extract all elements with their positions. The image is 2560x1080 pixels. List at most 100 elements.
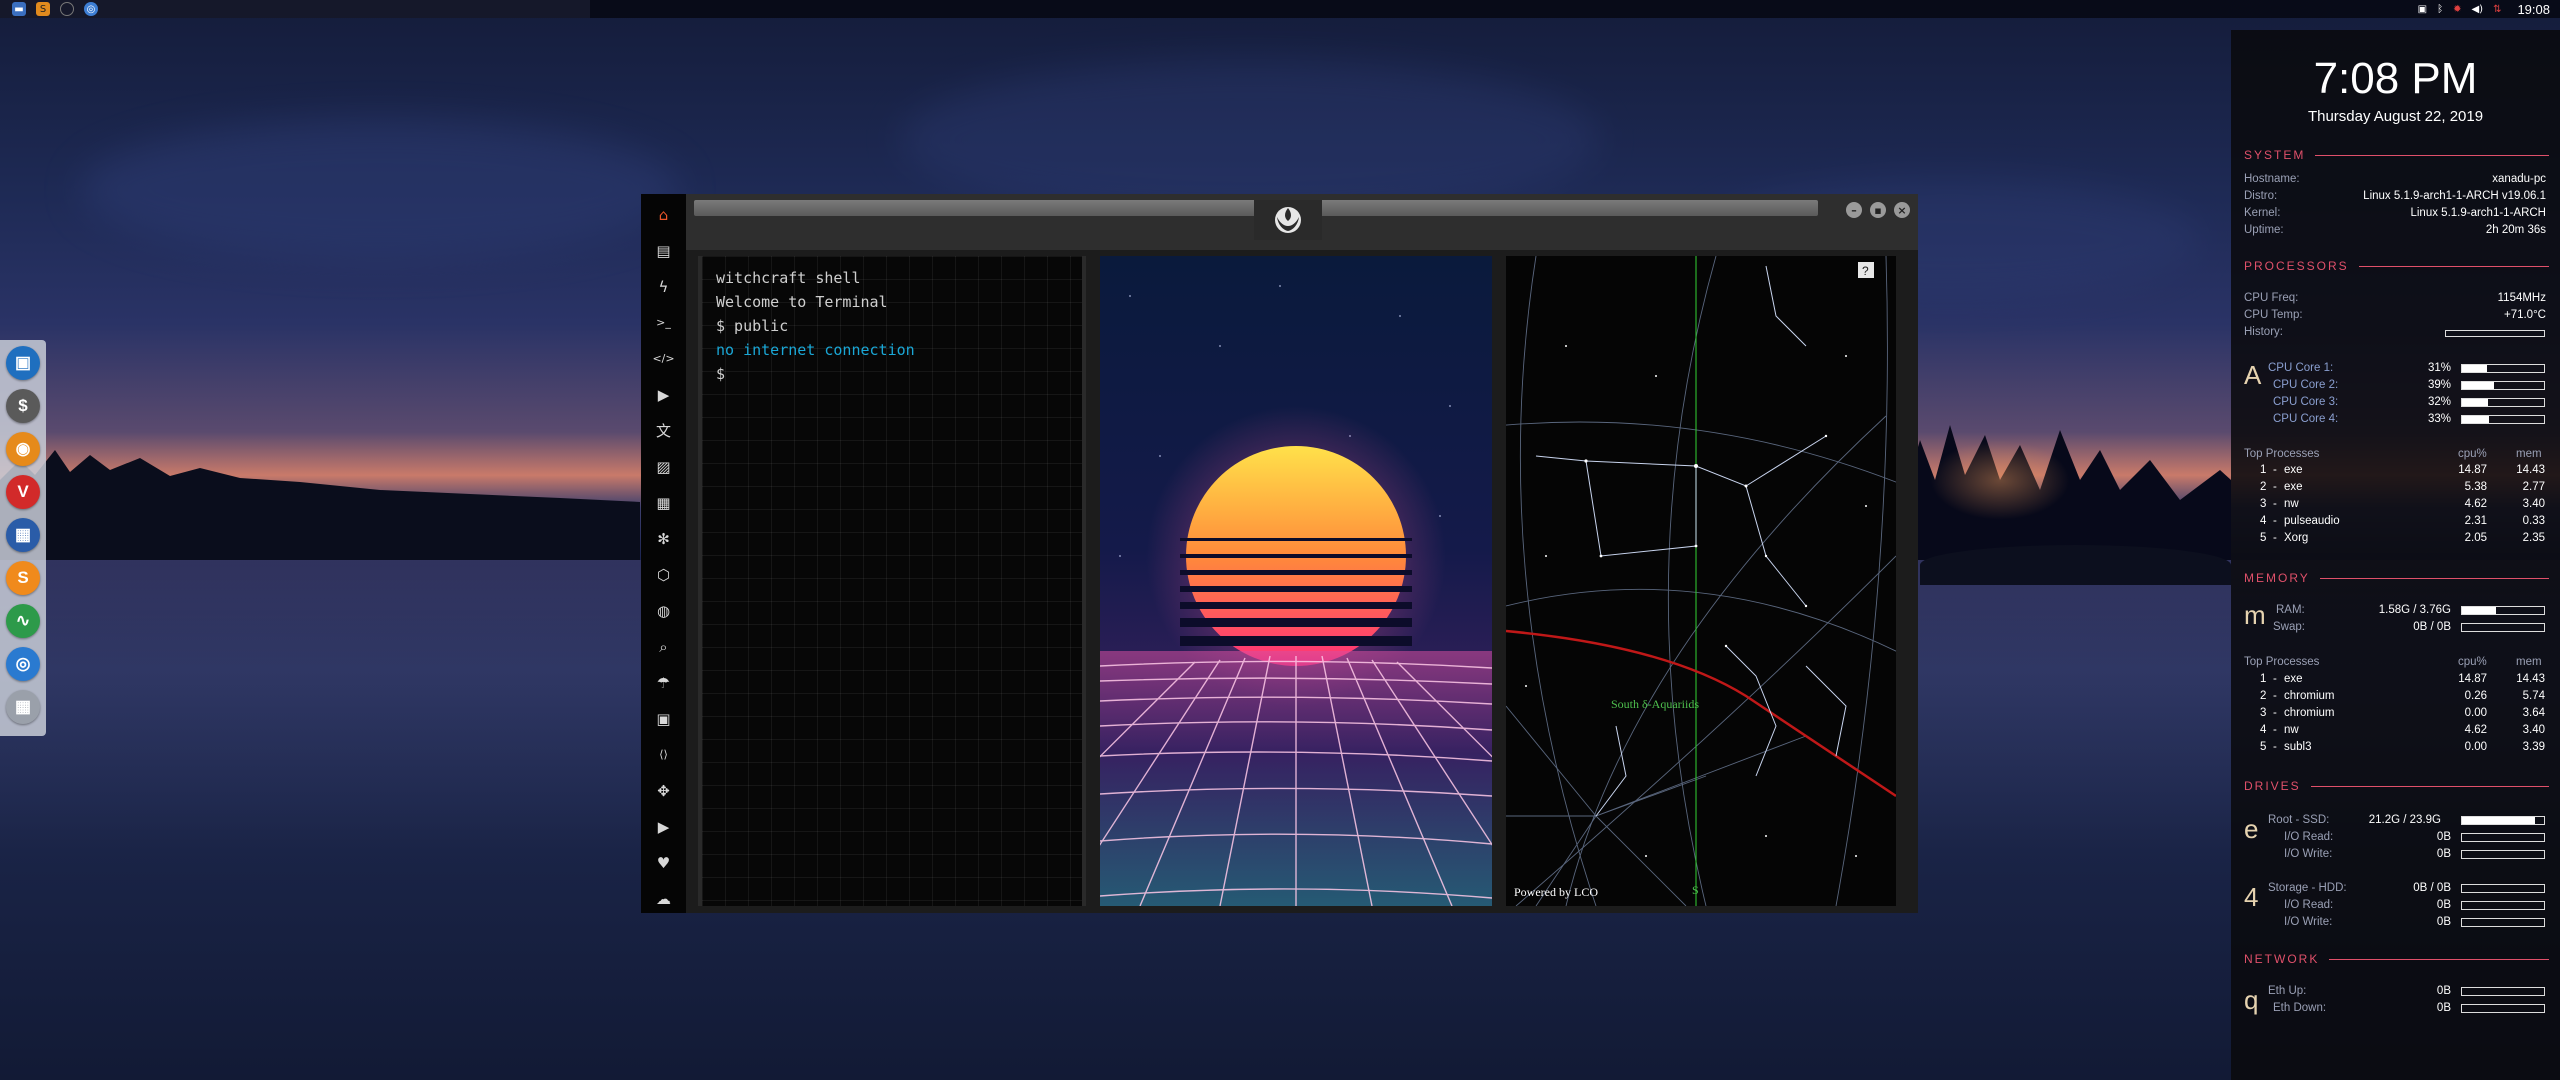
- globe-icon[interactable]: ◍: [654, 598, 674, 623]
- screenshot-icon[interactable]: ▣: [2418, 4, 2427, 15]
- circle-icon[interactable]: [60, 2, 74, 16]
- dock-sublime-icon[interactable]: S: [6, 561, 40, 595]
- cpu-core-label: CPU Core 3:: [2273, 396, 2339, 408]
- search-icon[interactable]: ⌕: [654, 634, 674, 659]
- share-icon[interactable]: ⟨⟩: [654, 742, 674, 767]
- eth-down-label: Eth Down:: [2273, 1002, 2327, 1014]
- cpu-core-bar: [2461, 398, 2545, 407]
- settings-gear-icon[interactable]: ✹: [2453, 4, 2461, 15]
- taskbar-apps: ▬ S ◎: [0, 0, 590, 18]
- root-io-write-bar: [2461, 850, 2545, 859]
- volume-icon[interactable]: ◀): [2471, 4, 2483, 15]
- settings-icon[interactable]: ✻: [654, 526, 674, 551]
- close-button[interactable]: ×: [1894, 202, 1910, 218]
- translate-icon[interactable]: 文: [654, 418, 674, 443]
- eth-up-label: Eth Up:: [2268, 985, 2307, 997]
- shoreline: [1920, 545, 2231, 585]
- image-icon[interactable]: ▨: [654, 454, 674, 479]
- news-icon[interactable]: ▦: [654, 490, 674, 515]
- process-name-cell: Xorg: [2284, 532, 2309, 544]
- eth-down-bar: [2461, 1004, 2545, 1013]
- heart-icon[interactable]: ♥: [654, 850, 674, 875]
- umbrella-icon[interactable]: ☂: [654, 670, 674, 695]
- network-heading: NETWORK: [2244, 952, 2549, 966]
- panel-clock[interactable]: 19:08: [2517, 2, 2550, 17]
- storage-io-write-value: 0B: [2436, 916, 2451, 928]
- drives-heading: DRIVES: [2244, 779, 2549, 793]
- folder-icon[interactable]: ▬: [12, 2, 26, 16]
- process-name-cell: nw: [2284, 724, 2299, 736]
- help-button-label[interactable]: ?: [1862, 264, 1869, 278]
- process-n-cell: 2: [2260, 690, 2267, 702]
- chromium-icon[interactable]: ◎: [84, 2, 98, 16]
- application-dock: ▣ $ ◉ V ▦ S ∿ ◎ ▦: [0, 340, 46, 736]
- memory-glyph: m: [2244, 600, 2266, 630]
- cloud-icon[interactable]: ☁: [654, 886, 674, 911]
- map-credit: Powered by LCO: [1514, 885, 1598, 899]
- window-panes: witchcraft shell Welcome to Terminal $ p…: [698, 256, 1908, 906]
- conky-system-monitor: 7:08 PM Thursday August 22, 2019 SYSTEM …: [2231, 30, 2560, 1080]
- expand-icon[interactable]: ✥: [654, 778, 674, 803]
- home-icon[interactable]: ⌂: [654, 202, 674, 227]
- process-n-cell: 3: [2260, 707, 2267, 719]
- youtube-icon[interactable]: ▶: [654, 814, 674, 839]
- process-mem-cell: 3.39: [2522, 741, 2545, 753]
- terminal-info-line: no internet connection: [716, 341, 915, 359]
- terminal-icon[interactable]: >_: [654, 310, 674, 335]
- process-cpu-cell: 14.87: [2458, 464, 2487, 476]
- meteor-shower-label: South δ-Aquariids: [1611, 697, 1699, 711]
- bluetooth-icon[interactable]: ᛒ: [2437, 4, 2443, 15]
- dock-screenshot-tool-icon[interactable]: ▦: [6, 518, 40, 552]
- process-cpu-cell: 5.38: [2464, 481, 2487, 493]
- star-map-canvas[interactable]: South δ-Aquariids Powered by LCO S ?: [1506, 256, 1896, 906]
- kernel-row: Kernel: Linux 5.1.9-arch1-1-ARCH: [2244, 207, 2546, 219]
- process-cpu-cell: 4.62: [2464, 724, 2487, 736]
- terminal-pane[interactable]: witchcraft shell Welcome to Terminal $ p…: [698, 256, 1086, 906]
- hexagon-icon[interactable]: ⬡: [654, 562, 674, 587]
- cpu-core-label: CPU Core 1:: [2268, 362, 2334, 374]
- sublime-text-icon[interactable]: S: [36, 2, 50, 16]
- cpu-temp-row: CPU Temp: +71.0°C: [2244, 309, 2546, 321]
- terminal-output[interactable]: witchcraft shell Welcome to Terminal $ p…: [716, 266, 915, 386]
- root-io-read-value: 0B: [2436, 831, 2451, 843]
- document-icon[interactable]: ▤: [654, 238, 674, 263]
- window-titlebar[interactable]: – ▪ ×: [686, 194, 1918, 250]
- process-n-cell: 3: [2260, 498, 2267, 510]
- star-map-pane[interactable]: South δ-Aquariids Powered by LCO S ?: [1506, 256, 1896, 906]
- cpu-freq-row: CPU Freq: 1154MHz: [2244, 292, 2546, 304]
- dock-vivaldi-icon[interactable]: V: [6, 475, 40, 509]
- wallpaper-cloud: [80, 120, 680, 260]
- storage-io-write-bar: [2461, 918, 2545, 927]
- storage-drive-bar: [2461, 884, 2545, 893]
- process-n-cell: 2: [2260, 481, 2267, 493]
- system-tray: ▣ ᛒ ✹ ◀) ⇅ 19:08: [2418, 0, 2550, 18]
- storage-io-write-label: I/O Write:: [2284, 916, 2333, 928]
- cpu-history-graph: [2445, 330, 2545, 337]
- code-icon[interactable]: </>: [652, 346, 674, 371]
- process-mem-cell: 3.40: [2522, 724, 2545, 736]
- contact-icon[interactable]: ▣: [654, 706, 674, 731]
- minimize-button[interactable]: –: [1846, 202, 1862, 218]
- terminal-prompt[interactable]: $: [716, 362, 915, 386]
- dock-ubuntu-app-icon[interactable]: ◉: [6, 432, 40, 466]
- process-n-cell: 5: [2260, 741, 2267, 753]
- process-mem-cell: 3.40: [2522, 498, 2545, 510]
- play-icon[interactable]: ▶: [654, 382, 674, 407]
- dock-grid-app-icon[interactable]: ▦: [6, 690, 40, 724]
- dock-system-monitor-icon[interactable]: ∿: [6, 604, 40, 638]
- dock-files-icon[interactable]: ▣: [6, 346, 40, 380]
- lightning-icon[interactable]: ϟ: [654, 274, 674, 299]
- storage-io-read-label: I/O Read:: [2284, 899, 2334, 911]
- root-drive-glyph: e: [2244, 814, 2259, 844]
- cpu-core-label: CPU Core 4:: [2273, 413, 2339, 425]
- network-icon[interactable]: ⇅: [2493, 4, 2501, 15]
- memory-label: RAM:: [2276, 604, 2305, 616]
- dock-terminal-icon[interactable]: $: [6, 389, 40, 423]
- storage-io-read-value: 0B: [2436, 899, 2451, 911]
- root-io-write-value: 0B: [2436, 848, 2451, 860]
- dock-chrome-icon[interactable]: ◎: [6, 647, 40, 681]
- memory-heading: MEMORY: [2244, 571, 2549, 585]
- storage-drive-usage: 0B / 0B: [2413, 882, 2451, 894]
- distro-row: Distro: Linux 5.1.9-arch1-1-ARCH v19.06.1: [2244, 190, 2546, 202]
- maximize-button[interactable]: ▪: [1870, 202, 1886, 218]
